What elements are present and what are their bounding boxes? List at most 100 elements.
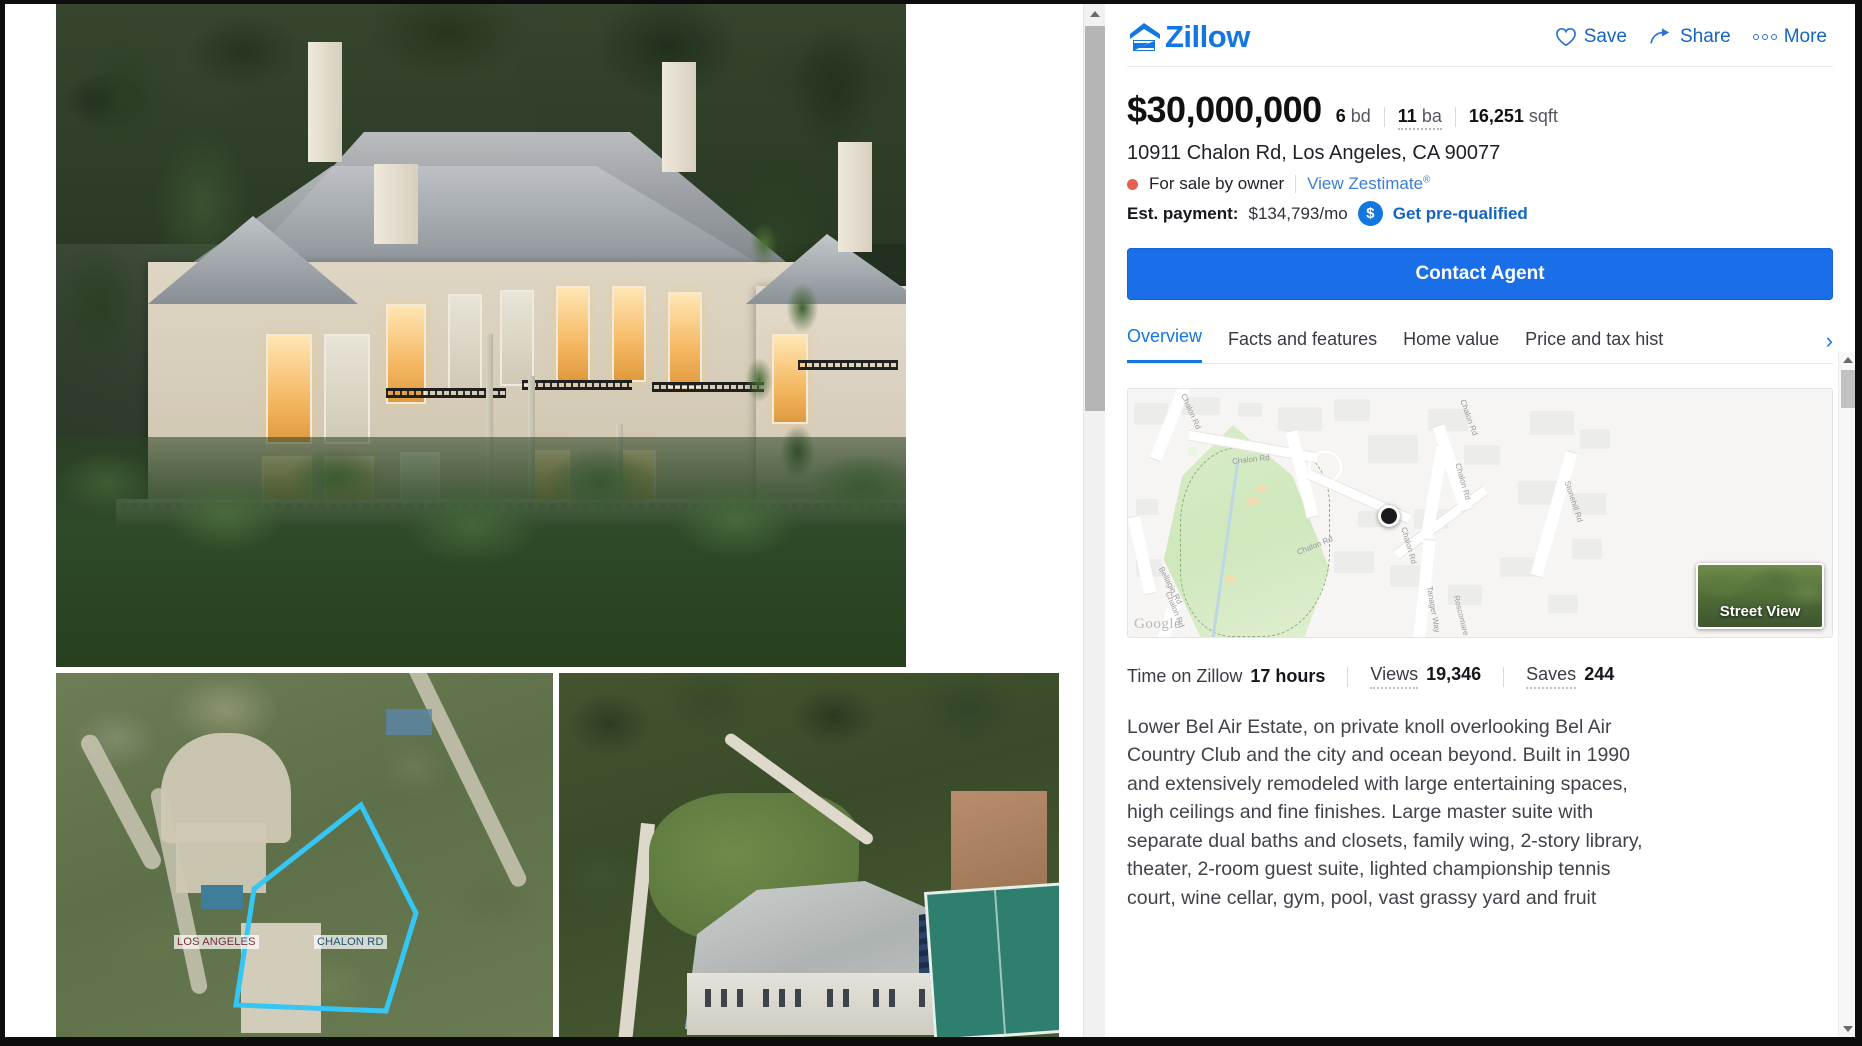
save-label: Save [1583,26,1627,47]
map-road [1530,449,1578,579]
map-parcel-block [1136,499,1158,515]
sqft-value: 16,251 [1468,106,1524,126]
scroll-down-arrow-icon[interactable] [1839,1021,1855,1037]
view-zestimate-link[interactable]: View Zestimate® [1307,174,1430,194]
detail-scrollbar-thumb[interactable] [1841,370,1855,408]
stat-label: Views [1370,664,1419,689]
parcel-city-label: LOS ANGELES [174,935,259,949]
sqft-fact: 16,251 sqft [1456,106,1571,127]
hero-window [556,286,590,382]
map-bunker [1246,497,1260,506]
aerial-house-facade [687,973,967,1035]
baths-tooltip-target[interactable]: 11 ba [1397,106,1442,130]
map-bunker [1188,447,1197,456]
detail-tabs: Overview Facts and features Home value P… [1127,326,1833,364]
listing-detail-pane: Zillow Save Share More $30,000,000 6 bd … [1105,4,1855,1037]
header-divider [1127,66,1833,67]
hero-window [612,286,646,382]
map-parcel-block [1500,557,1534,577]
payment-label: Est. payment: [1127,203,1239,223]
chevron-right-icon[interactable]: › [1819,328,1833,354]
contact-agent-button[interactable]: Contact Agent [1127,248,1833,300]
listing-price: $30,000,000 [1127,89,1322,130]
map-parcel-block [1572,539,1602,559]
map-parcel-block [1334,551,1374,573]
listing-address: 10911 Chalon Rd, Los Angeles, CA 90077 [1127,142,1501,164]
listing-stats: Time on Zillow 17 hours Views 19,346 Sav… [1127,664,1833,689]
hero-balcony [522,380,632,390]
street-view-button[interactable]: Street View [1696,563,1824,629]
street-view-label: Street View [1719,603,1801,620]
page-scrollbar[interactable] [1083,4,1105,1037]
listing-status: For sale by owner [1149,174,1285,193]
map-parcel-block [1530,411,1574,435]
aerial-court [386,709,432,735]
get-prequalified-link[interactable]: Get pre-qualified [1393,204,1528,224]
map-bunker [1224,575,1236,583]
hero-window [324,334,370,444]
aerial-tennis-court [923,882,1059,1037]
zestimate-label: View Zestimate [1307,174,1424,193]
tab-overview[interactable]: Overview [1127,326,1203,363]
tab-price-and-tax-history[interactable]: Price and tax hist [1525,329,1663,363]
zillow-logo[interactable]: Zillow [1127,19,1250,55]
map-road [1128,514,1157,596]
brand-name: Zillow [1165,19,1250,54]
detail-header: Zillow Save Share More [1127,14,1833,60]
status-row: For sale by owner View Zestimate® [1127,174,1833,194]
sqft-unit: sqft [1528,106,1558,126]
baths-unit: ba [1421,106,1442,126]
hero-chimney [662,62,696,172]
thumbnail-aerial-house[interactable] [559,673,1059,1037]
stat-views[interactable]: Views 19,346 [1348,664,1503,689]
tab-home-value[interactable]: Home value [1403,329,1499,363]
home-facts: 6 bd 11 ba 16,251 sqft [1336,106,1571,130]
detail-pane-scrollbar[interactable] [1838,352,1855,1037]
share-label: Share [1680,26,1731,47]
payment-row: Est. payment: $134,793/mo $ Get pre-qual… [1127,201,1833,226]
media-column: LOS ANGELES CHALON RD [5,4,1078,1037]
hero-window [668,292,702,388]
hero-chimney [308,42,342,162]
status-dot-icon [1127,178,1138,190]
baths-value: 11 [1397,106,1417,126]
dollar-circle-icon: $ [1357,201,1383,226]
hero-window [448,294,482,390]
share-button[interactable]: Share [1649,26,1731,48]
stat-value: 17 hours [1250,666,1326,686]
location-map[interactable]: Chalon Rd Chalon Rd Chalon Rd Chalon Rd … [1127,388,1833,638]
stat-value: 244 [1584,664,1615,684]
map-parcel-block [1548,595,1578,613]
stat-time-on-zillow: Time on Zillow 17 hours [1127,666,1347,687]
hero-foliage-foreground [56,437,906,667]
google-watermark: Google [1134,616,1182,632]
parcel-boundary-icon [233,801,419,1014]
more-button[interactable]: More [1752,26,1827,48]
tab-facts-and-features[interactable]: Facts and features [1228,329,1377,363]
aerial-satellite-image [559,673,1059,1037]
zestimate-registered-mark: ® [1423,174,1431,186]
thumbnail-parcel-map[interactable]: LOS ANGELES CHALON RD [56,673,553,1037]
location-pin-icon [1378,505,1400,527]
beds-unit: bd [1350,106,1371,126]
left-gutter [5,4,56,1037]
more-label: More [1783,26,1827,47]
map-bunker [1256,485,1267,493]
page-scrollbar-thumb[interactable] [1085,26,1105,411]
parcel-street-label: CHALON RD [314,935,387,949]
header-actions: Save Share More [1555,26,1833,48]
baths-fact[interactable]: 11 ba [1385,106,1455,130]
share-arrow-icon [1650,28,1670,44]
scroll-up-arrow-icon[interactable] [1839,352,1855,368]
listing-description: Lower Bel Air Estate, on private knoll o… [1127,716,1643,909]
map-road-loop [1308,451,1342,483]
scroll-up-arrow-icon[interactable] [1084,4,1106,24]
stat-saves[interactable]: Saves 244 [1504,664,1636,689]
hero-window [500,290,534,386]
hero-photo[interactable] [56,4,906,667]
photo-thumbnail-row: LOS ANGELES CHALON RD [56,673,1059,1037]
stat-label: Time on Zillow [1127,666,1243,686]
payment-value: $134,793/mo [1248,203,1348,223]
save-button[interactable]: Save [1555,26,1627,48]
hero-chimney [374,164,418,244]
